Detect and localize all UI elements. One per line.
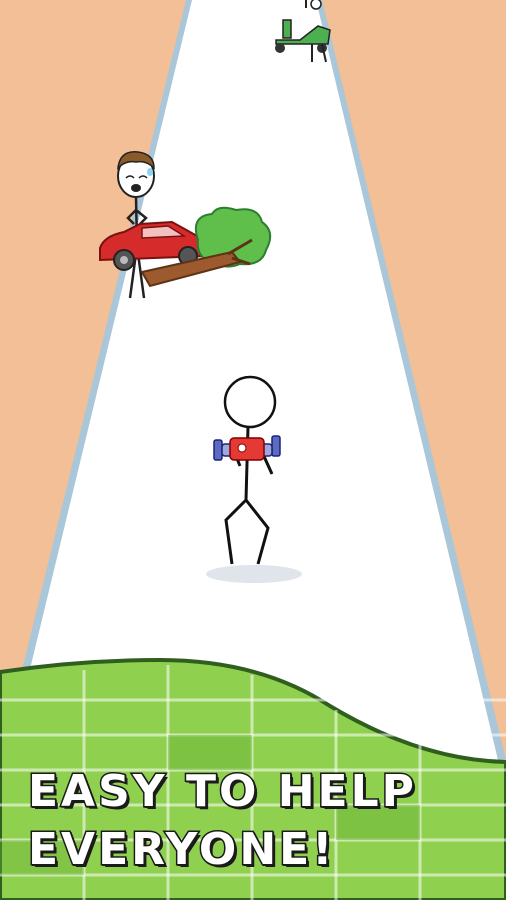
caption-line-1: EASY TO HELP <box>27 766 417 817</box>
player-shadow <box>206 565 302 583</box>
caption-line-2: EVERYONE! <box>26 824 336 875</box>
game-scene[interactable] <box>0 0 506 900</box>
